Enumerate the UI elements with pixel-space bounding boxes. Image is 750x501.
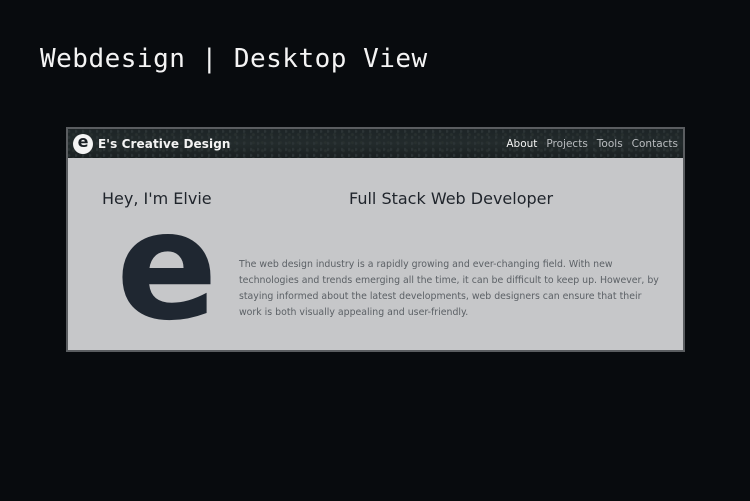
hero-paragraph: The web design industry is a rapidly gro… (239, 259, 659, 318)
nav-link-tools[interactable]: Tools (597, 138, 623, 150)
website-preview: e E's Creative Design About Projects Too… (66, 127, 685, 352)
logo-letter: e (77, 132, 89, 151)
nav-link-contacts[interactable]: Contacts (632, 138, 678, 150)
site-navbar: e E's Creative Design About Projects Too… (68, 129, 683, 158)
hero-logo-icon: e (116, 180, 218, 352)
page-title: Webdesign | Desktop View (40, 44, 428, 74)
nav-link-about[interactable]: About (506, 138, 537, 150)
hero-role: Full Stack Web Developer (349, 189, 554, 208)
brand-name[interactable]: E's Creative Design (98, 137, 231, 151)
nav-links: About Projects Tools Contacts (506, 138, 678, 150)
nav-link-projects[interactable]: Projects (546, 138, 587, 150)
logo-icon[interactable]: e (73, 132, 93, 154)
